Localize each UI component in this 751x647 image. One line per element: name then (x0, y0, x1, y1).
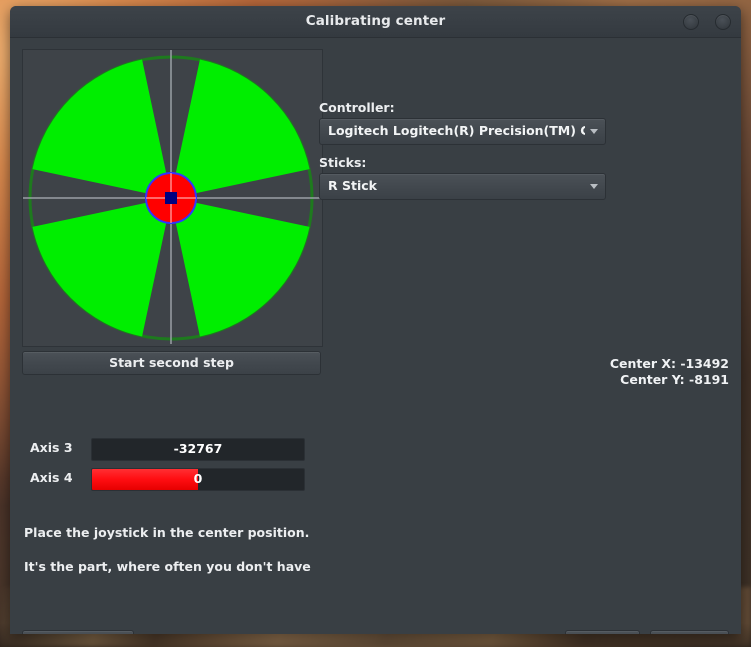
sticks-label: Sticks: (319, 155, 367, 170)
axis-value: -32767 (173, 441, 223, 456)
axis-row: Axis 3 -32767 (22, 438, 305, 461)
title-bar: Calibrating center (10, 6, 741, 38)
instruction-line: It's the part, where often you don't hav… (24, 559, 311, 574)
axis-value: 0 (193, 471, 203, 486)
controller-select-value: Logitech Logitech(R) Precision(TM) C (328, 123, 585, 138)
controller-select[interactable]: Logitech Logitech(R) Precision(TM) C (319, 118, 606, 145)
controller-label: Controller: (319, 100, 395, 115)
start-second-step-button[interactable]: Start second step (22, 351, 321, 375)
dialog-body: Start second step Controller: Logitech L… (10, 38, 741, 634)
axis-row: Axis 4 0 (22, 468, 305, 491)
instruction-line: Place the joystick in the center positio… (24, 525, 310, 540)
calibrating-center-window: Calibrating center Start second step Con… (10, 6, 741, 634)
close-icon[interactable] (715, 14, 731, 30)
joystick-visualization-panel[interactable] (22, 49, 323, 347)
sticks-select[interactable]: R Stick (319, 173, 606, 200)
axis-progress-bar: 0 (91, 468, 305, 491)
save-button[interactable]: Save (650, 630, 729, 634)
reset-settings-button[interactable]: Reset settings (22, 630, 134, 634)
chevron-down-icon (590, 129, 598, 134)
center-x-readout: Center X: -13492 (609, 356, 729, 371)
window-title: Calibrating center (305, 13, 446, 29)
window-controls (683, 14, 731, 30)
sticks-select-value: R Stick (328, 178, 377, 193)
axis-progress-bar: -32767 (91, 438, 305, 461)
chevron-down-icon (590, 184, 598, 189)
center-y-readout: Center Y: -8191 (620, 372, 729, 387)
joystick-diagram (23, 50, 320, 344)
axis-label: Axis 3 (30, 440, 73, 455)
minimize-icon[interactable] (683, 14, 699, 30)
axis-label: Axis 4 (30, 470, 73, 485)
cancel-button[interactable]: Cancel (565, 630, 640, 634)
